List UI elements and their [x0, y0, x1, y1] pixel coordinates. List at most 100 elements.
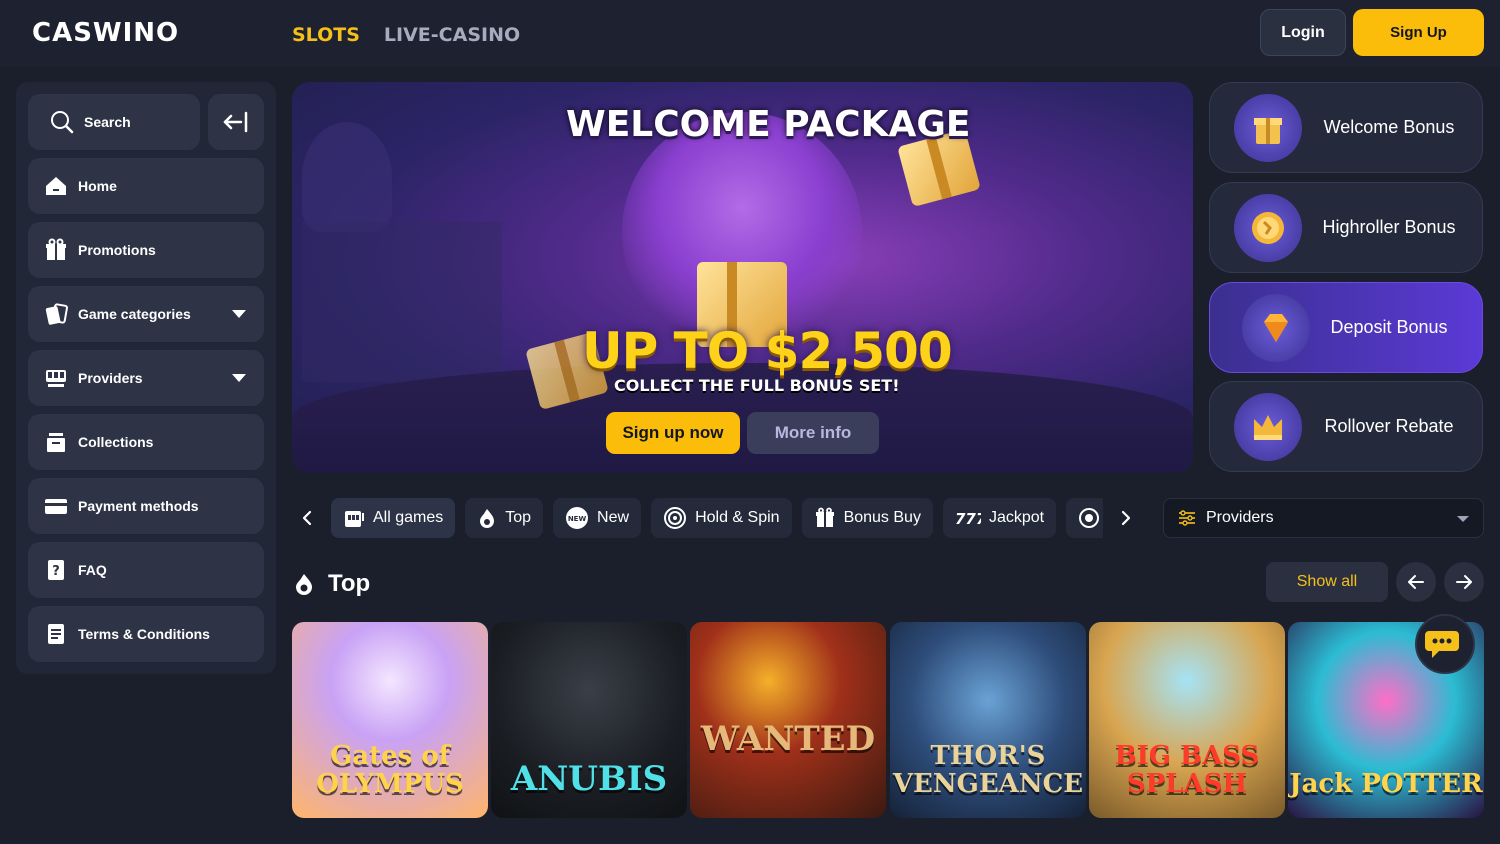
signup-button[interactable]: Sign Up	[1353, 9, 1484, 56]
tab-label: Hold & Spin	[695, 509, 780, 526]
tab-top[interactable]: Top	[465, 498, 544, 538]
tab-bonus-buy[interactable]: Bonus Buy	[801, 498, 933, 538]
game-title: Gates of OLYMPUS	[316, 741, 464, 799]
tab-new[interactable]: NEW New	[553, 498, 642, 538]
arrow-right-icon	[1456, 575, 1472, 589]
tabs-next-button[interactable]	[1111, 500, 1141, 536]
banner-palace-decoration	[302, 222, 502, 382]
cards-icon	[44, 302, 68, 326]
game-tile-wanted[interactable]: WANTED	[690, 622, 886, 818]
category-tabs: All games Top NEW New Hold & Spin Bonus …	[331, 498, 1103, 538]
carousel-prev-button[interactable]	[1396, 562, 1436, 602]
collapse-sidebar-button[interactable]	[208, 94, 264, 150]
chevron-down-icon	[1457, 516, 1469, 522]
banner-amount: UP TO $2,500	[582, 322, 953, 380]
game-title: THOR'S VENGEANCE	[892, 741, 1084, 799]
bonus-card-rollover[interactable]: Rollover Rebate	[1209, 381, 1483, 472]
providers-dropdown[interactable]: Providers	[1163, 498, 1484, 538]
bonus-label: Welcome Bonus	[1323, 117, 1455, 137]
live-chat-button[interactable]	[1415, 614, 1475, 674]
gift-icon	[44, 238, 68, 262]
gift-box-icon	[1234, 94, 1302, 162]
spin-icon	[664, 507, 687, 529]
bonus-card-highroller[interactable]: Highroller Bonus	[1209, 182, 1483, 273]
gift-icon	[815, 507, 834, 527]
sidebar-item-label: Promotions	[78, 242, 156, 258]
tab-hold-spin[interactable]: Hold & Spin	[651, 498, 792, 538]
sidebar-item-label: Payment methods	[78, 498, 199, 514]
sidebar-item-home[interactable]: Home	[28, 158, 264, 214]
site-logo[interactable]: CASWINO	[32, 18, 179, 48]
collapse-arrow-icon	[223, 111, 248, 133]
search-icon	[51, 111, 74, 134]
sidebar-item-label: Terms & Conditions	[78, 626, 210, 642]
question-icon: ?	[44, 558, 68, 582]
tab-label: New	[597, 509, 630, 526]
slot-icon	[345, 511, 364, 527]
sidebar-item-game-categories[interactable]: Game categories	[28, 286, 264, 342]
tab-label: Jackpot	[988, 509, 1045, 526]
game-tile-anubis[interactable]: ANUBIS	[491, 622, 687, 818]
tab-jackpot[interactable]: 777 Jackpot	[942, 498, 1057, 538]
chevron-left-icon	[302, 510, 312, 526]
new-badge-icon: NEW	[566, 507, 589, 529]
game-title: ANUBIS	[510, 759, 668, 800]
document-icon	[44, 622, 68, 646]
chevron-right-icon	[1121, 510, 1131, 526]
svg-text:?: ?	[52, 564, 60, 579]
tab-all-games[interactable]: All games	[331, 498, 456, 538]
tabs-prev-button[interactable]	[292, 500, 322, 536]
archive-icon	[44, 430, 68, 454]
banner-title: WELCOME PACKAGE	[566, 104, 971, 145]
nav-slots[interactable]: SLOTS	[292, 24, 360, 46]
coin-icon	[1234, 194, 1302, 262]
sidebar-item-terms[interactable]: Terms & Conditions	[28, 606, 264, 662]
sidebar-item-promotions[interactable]: Promotions	[28, 222, 264, 278]
section-header: Top	[294, 570, 370, 598]
flame-icon	[296, 574, 312, 595]
tab-label: Top	[505, 509, 532, 526]
diamond-icon	[1242, 294, 1310, 362]
signup-now-button[interactable]: Sign up now	[606, 412, 740, 454]
sidebar-item-label: Game categories	[78, 306, 191, 322]
bonus-label: Rollover Rebate	[1324, 416, 1454, 436]
bonus-card-deposit[interactable]: Deposit Bonus	[1209, 282, 1483, 373]
chevron-down-icon	[232, 310, 246, 318]
partial-tab-icon	[1079, 508, 1100, 528]
login-button[interactable]: Login	[1260, 9, 1346, 56]
sidebar-item-payment-methods[interactable]: Payment methods	[28, 478, 264, 534]
sidebar-item-collections[interactable]: Collections	[28, 414, 264, 470]
providers-label: Providers	[1206, 509, 1274, 526]
sidebar-item-label: Providers	[78, 370, 143, 386]
nav-live-casino[interactable]: LIVE-CASINO	[384, 24, 520, 46]
crown-icon	[1234, 393, 1302, 461]
sidebar-item-faq[interactable]: ? FAQ	[28, 542, 264, 598]
home-icon	[44, 174, 68, 198]
tab-label: All games	[373, 509, 444, 526]
game-title: BIG BASS SPLASH	[1114, 741, 1260, 799]
game-tile-big-bass-splash[interactable]: BIG BASS SPLASH	[1089, 622, 1285, 818]
filter-sliders-icon	[1179, 510, 1195, 526]
carousel-next-button[interactable]	[1444, 562, 1484, 602]
show-all-button[interactable]: Show all	[1266, 562, 1388, 602]
sidebar-item-providers[interactable]: Providers	[28, 350, 264, 406]
more-info-button[interactable]: More info	[747, 412, 879, 454]
chevron-down-icon	[232, 374, 246, 382]
game-tile-gates-of-olympus[interactable]: Gates of OLYMPUS	[292, 622, 488, 818]
credit-card-icon	[44, 494, 68, 518]
slot-machine-icon	[44, 366, 68, 390]
sevens-icon: 777	[955, 510, 981, 528]
bonus-label: Highroller Bonus	[1322, 217, 1456, 237]
section-title: Top	[328, 570, 371, 597]
game-title: Jack POTTER	[1289, 768, 1483, 799]
top-header: CASWINO SLOTS LIVE-CASINO Login Sign Up	[0, 0, 1500, 66]
search-button[interactable]: Search	[28, 94, 200, 150]
game-tile-thors-vengeance[interactable]: THOR'S VENGEANCE	[890, 622, 1086, 818]
svg-text:NEW: NEW	[568, 515, 587, 523]
tab-label: Bonus Buy	[843, 509, 921, 526]
flame-icon	[480, 509, 495, 528]
game-title: WANTED	[700, 719, 876, 760]
welcome-banner[interactable]: WELCOME PACKAGE UP TO $2,500 COLLECT THE…	[292, 82, 1193, 473]
tab-more[interactable]	[1066, 498, 1103, 538]
bonus-card-welcome[interactable]: Welcome Bonus	[1209, 82, 1483, 173]
